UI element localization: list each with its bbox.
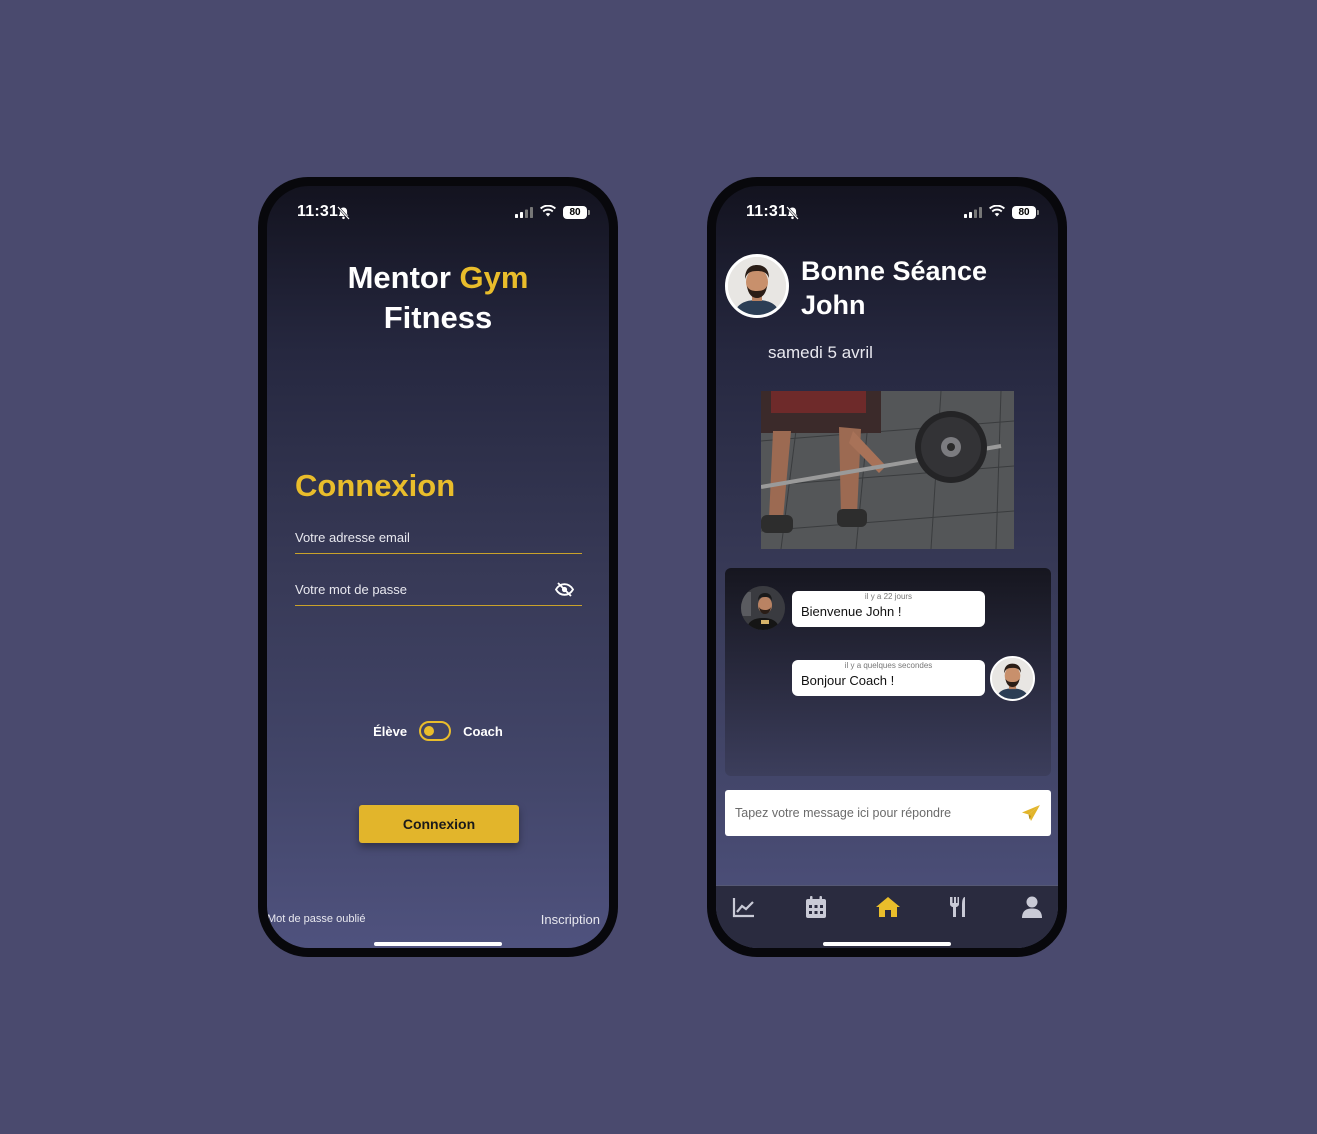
wifi-icon [540, 205, 556, 217]
message-text: Bienvenue John ! [801, 604, 902, 619]
bell-muted-icon [786, 206, 799, 220]
reply-box [725, 790, 1051, 836]
chat-message: il y a 22 jours Bienvenue John ! [792, 591, 985, 627]
signal-icon [515, 207, 533, 218]
user-avatar[interactable] [725, 254, 789, 318]
workout-image [761, 391, 1014, 549]
reply-input[interactable] [725, 790, 1005, 836]
barbell-deadlift-illustration [761, 391, 1014, 549]
john-portrait-icon [728, 257, 786, 315]
utensils-icon[interactable] [949, 896, 969, 918]
email-field-wrapper [295, 522, 582, 554]
status-time: 11:31 [297, 203, 339, 220]
role-switch: Élève Coach [267, 721, 609, 741]
app-title: Mentor Gym Fitness [267, 258, 609, 338]
status-bar: 11:31 80 [267, 203, 609, 223]
wifi-icon [989, 205, 1005, 217]
john-portrait-icon [992, 658, 1033, 699]
calendar-icon[interactable] [806, 896, 826, 918]
send-icon[interactable] [1021, 804, 1041, 822]
battery-indicator: 80 [1012, 206, 1039, 219]
message-text: Bonjour Coach ! [801, 673, 895, 688]
message-timestamp: il y a 22 jours [864, 592, 913, 601]
home-icon[interactable] [875, 896, 901, 918]
bell-muted-icon [337, 206, 350, 220]
status-time: 11:31 [746, 203, 788, 220]
user-avatar-small [990, 656, 1035, 701]
home-indicator [823, 942, 951, 946]
login-button[interactable]: Connexion [359, 805, 519, 843]
user-icon[interactable] [1022, 896, 1042, 918]
login-heading: Connexion [295, 468, 456, 503]
status-bar: 11:31 80 [716, 203, 1058, 223]
chart-line-icon[interactable] [732, 896, 756, 918]
email-field[interactable] [295, 522, 582, 553]
signal-icon [964, 207, 982, 218]
bottom-tab-bar [716, 885, 1058, 948]
role-student-label: Élève [373, 723, 408, 739]
coach-portrait-icon [741, 586, 785, 630]
toggle-knob [424, 726, 435, 736]
home-screen: 11:31 80 Bonne Séance John samedi 5 avri… [716, 186, 1058, 948]
signup-link[interactable]: Inscription [541, 912, 600, 927]
greeting-name: John [801, 290, 866, 320]
coach-avatar [741, 586, 785, 630]
role-toggle[interactable] [419, 721, 452, 741]
eye-off-icon[interactable] [555, 582, 574, 597]
forgot-password-link[interactable]: Mot de passe oublié [267, 913, 365, 925]
greeting-line1: Bonne Séance [801, 256, 988, 286]
message-timestamp: il y a quelques secondes [844, 661, 933, 670]
home-phone: 11:31 80 Bonne Séance John samedi 5 avri… [707, 177, 1067, 957]
battery-indicator: 80 [563, 206, 590, 219]
app-title-accent: Gym [459, 260, 529, 295]
login-screen: 11:31 80 Mentor Gym Fitness Connexion Vo… [267, 186, 609, 948]
chat-card: il y a 22 jours Bienvenue John ! il y a … [725, 568, 1051, 776]
current-date: samedi 5 avril [768, 343, 873, 362]
chat-message: il y a quelques secondes Bonjour Coach ! [792, 660, 985, 696]
greeting: Bonne Séance John [801, 254, 987, 322]
password-field-wrapper [295, 574, 582, 606]
password-field[interactable] [295, 574, 582, 605]
login-phone: 11:31 80 Mentor Gym Fitness Connexion Vo… [258, 177, 618, 957]
role-coach-label: Coach [463, 723, 503, 739]
app-title-line2: Fitness [383, 300, 493, 335]
app-title-part1: Mentor [347, 260, 451, 295]
home-indicator [374, 942, 502, 946]
